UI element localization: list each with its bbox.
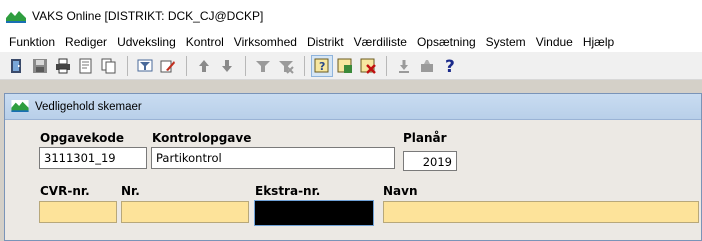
nr-field[interactable] [121,201,249,223]
menu-distrikt[interactable]: Distrikt [302,35,349,49]
help-glyph: ? [445,57,455,75]
opgavekode-field[interactable]: 3111301_19 [39,147,147,169]
delete-icon[interactable] [416,55,438,77]
menu-vindue[interactable]: Vindue [531,35,578,49]
query-icon[interactable]: ? [311,54,333,77]
menu-opsaetning[interactable]: Opsætning [412,35,481,49]
filter-icon[interactable] [134,55,156,77]
menu-virksomhed[interactable]: Virksomhed [229,35,302,49]
filter-form-icon[interactable] [252,55,274,77]
child-window-title: Vedligehold skemaer [35,100,142,113]
svg-text:?: ? [319,60,325,73]
menu-system[interactable]: System [481,35,531,49]
menu-vaerdiliste[interactable]: Værdiliste [349,35,412,49]
cvr-field[interactable] [39,201,117,223]
menu-udveksling[interactable]: Udveksling [112,35,181,49]
navn-field[interactable] [383,201,699,223]
menu-hjaelp[interactable]: Hjælp [578,35,619,49]
child-window-titlebar[interactable]: Vedligehold skemaer [5,94,701,120]
navn-label: Navn [383,184,418,198]
kontrolopgave-label: Kontrolopgave [152,131,252,145]
query-cancel-icon[interactable] [357,55,379,77]
query-run-icon[interactable] [334,55,356,77]
ekstra-nr-label: Ekstra-nr. [255,184,321,198]
nr-label: Nr. [121,184,140,198]
up-arrow-icon[interactable] [193,55,215,77]
toolbar-separator [304,55,305,76]
window-titlebar: VAKS Online [DISTRIKT: DCK_CJ@DCKP] [0,0,702,32]
print-icon[interactable] [52,55,74,77]
toolbar-separator [127,55,128,76]
filter-clear-icon[interactable] [275,55,297,77]
menu-rediger[interactable]: Rediger [60,35,112,49]
window-title: VAKS Online [DISTRIKT: DCK_CJ@DCKP] [32,9,264,23]
vaks-app-icon [6,9,26,23]
planaar-field[interactable]: 2019 [403,151,457,171]
save-icon[interactable] [29,55,51,77]
menu-funktion[interactable]: Funktion [4,35,60,49]
kontrolopgave-field[interactable]: Partikontrol [151,147,395,169]
child-window-vedligehold-skemaer: Vedligehold skemaer Opgavekode Kontrolop… [4,93,702,241]
down-arrow-icon[interactable] [216,55,238,77]
download-icon[interactable] [393,55,415,77]
toolbar-separator [186,55,187,76]
toolbar: ? ? [0,52,702,80]
exit-icon[interactable] [6,55,28,77]
menu-kontrol[interactable]: Kontrol [181,35,229,49]
planaar-label: Planår [403,131,447,145]
opgavekode-label: Opgavekode [40,131,125,145]
help-icon[interactable]: ? [439,55,461,77]
skema-form: Opgavekode Kontrolopgave Planår 3111301_… [5,120,701,240]
copy-icon[interactable] [98,55,120,77]
cvr-label: CVR-nr. [40,184,90,198]
menu-bar: Funktion Rediger Udveksling Kontrol Virk… [0,32,702,52]
vaks-app-icon [11,99,31,114]
ekstra-nr-field[interactable] [254,200,374,226]
preview-icon[interactable] [75,55,97,77]
edit-icon[interactable] [157,55,179,77]
toolbar-separator [245,55,246,76]
toolbar-separator [386,55,387,76]
